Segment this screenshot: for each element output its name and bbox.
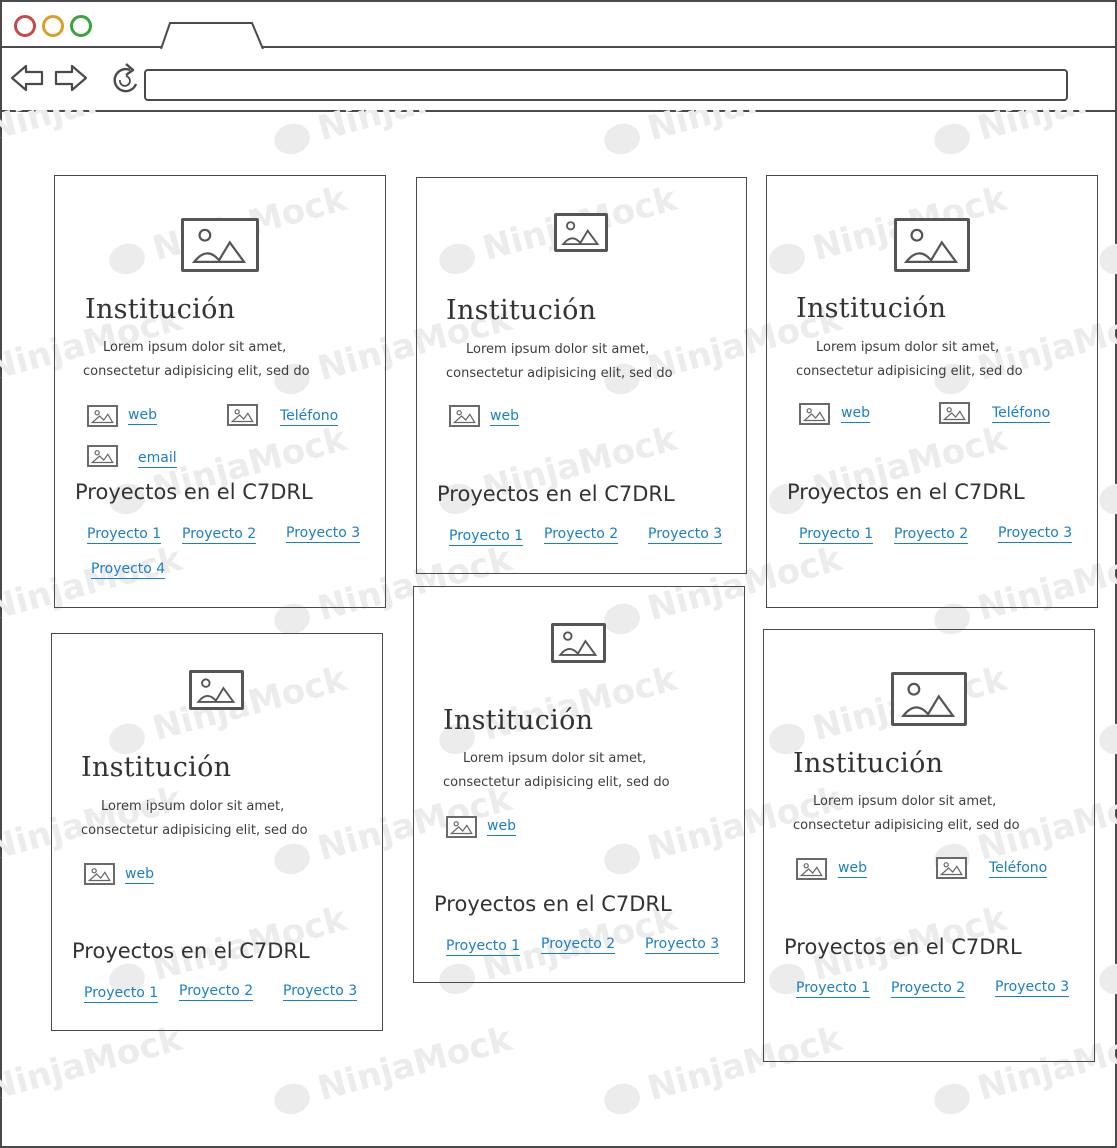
email-image-icon xyxy=(87,445,118,467)
description-line: consectetur adipisicing elit, sed do xyxy=(83,364,310,379)
web-link[interactable]: web xyxy=(128,406,157,425)
card-description: Lorem ipsum dolor sit amet, consectetur … xyxy=(446,338,716,386)
card-title: Institución xyxy=(81,752,232,783)
project-link[interactable]: Proyecto 2 xyxy=(894,525,969,544)
description-line: consectetur adipisicing elit, sed do xyxy=(446,366,673,381)
navigation-bar xyxy=(2,48,1117,112)
description-line: consectetur adipisicing elit, sed do xyxy=(81,823,308,838)
project-link[interactable]: Proyecto 3 xyxy=(645,935,720,954)
project-link[interactable]: Proyecto 2 xyxy=(891,979,966,998)
project-link[interactable]: Proyecto 1 xyxy=(84,984,159,1003)
card-title: Institución xyxy=(446,295,597,326)
image-placeholder-icon xyxy=(554,213,608,252)
description-line: consectetur adipisicing elit, sed do xyxy=(796,364,1023,379)
description-line: consectetur adipisicing elit, sed do xyxy=(443,775,670,790)
phone-image-icon xyxy=(939,402,970,424)
forward-arrow-icon[interactable] xyxy=(50,60,90,96)
project-link[interactable]: Proyecto 1 xyxy=(449,527,524,546)
title-bar xyxy=(2,2,1117,50)
project-link[interactable]: Proyecto 2 xyxy=(544,525,619,544)
email-link[interactable]: email xyxy=(138,449,177,468)
image-placeholder-icon xyxy=(189,670,244,710)
minimize-window-button[interactable] xyxy=(42,15,64,37)
project-link[interactable]: Proyecto 1 xyxy=(446,937,521,956)
project-link[interactable]: Proyecto 1 xyxy=(799,525,874,544)
project-link[interactable]: Proyecto 1 xyxy=(87,525,162,544)
project-link[interactable]: Proyecto 3 xyxy=(995,978,1070,997)
card-description: Lorem ipsum dolor sit amet, consectetur … xyxy=(443,747,713,795)
web-image-icon xyxy=(446,816,477,838)
project-link[interactable]: Proyecto 3 xyxy=(648,525,723,544)
card-title: Institución xyxy=(443,705,594,736)
web-link[interactable]: web xyxy=(487,817,516,836)
institution-card: Institución Lorem ipsum dolor sit amet, … xyxy=(413,586,745,983)
projects-heading: Proyectos en el C7DRL xyxy=(784,935,1022,959)
card-description: Lorem ipsum dolor sit amet, consectetur … xyxy=(81,795,351,843)
close-window-button[interactable] xyxy=(14,15,36,37)
web-image-icon xyxy=(796,858,827,880)
card-title: Institución xyxy=(793,748,944,779)
address-bar[interactable] xyxy=(144,69,1068,101)
web-image-icon xyxy=(449,405,480,427)
phone-link[interactable]: Teléfono xyxy=(989,859,1048,878)
projects-heading: Proyectos en el C7DRL xyxy=(437,482,675,506)
maximize-window-button[interactable] xyxy=(70,15,92,37)
web-link[interactable]: web xyxy=(490,407,519,426)
phone-link[interactable]: Teléfono xyxy=(992,404,1051,423)
projects-heading: Proyectos en el C7DRL xyxy=(75,480,313,504)
image-placeholder-icon xyxy=(181,218,259,272)
projects-heading: Proyectos en el C7DRL xyxy=(434,892,672,916)
project-link[interactable]: Proyecto 3 xyxy=(286,524,361,543)
project-link[interactable]: Proyecto 1 xyxy=(796,979,871,998)
institution-card: Institución Lorem ipsum dolor sit amet, … xyxy=(763,629,1095,1062)
description-line: consectetur adipisicing elit, sed do xyxy=(793,818,1020,833)
browser-tab[interactable] xyxy=(160,21,264,50)
institution-card: Institución Lorem ipsum dolor sit amet, … xyxy=(54,175,386,608)
projects-heading: Proyectos en el C7DRL xyxy=(72,939,310,963)
web-image-icon xyxy=(87,405,118,427)
image-placeholder-icon xyxy=(891,672,967,726)
web-image-icon xyxy=(799,403,830,425)
web-link[interactable]: web xyxy=(125,865,154,884)
image-placeholder-icon xyxy=(551,623,606,663)
web-link[interactable]: web xyxy=(838,859,867,878)
description-line: Lorem ipsum dolor sit amet, xyxy=(103,340,287,355)
project-link[interactable]: Proyecto 3 xyxy=(998,524,1073,543)
project-link[interactable]: Proyecto 3 xyxy=(283,982,358,1001)
reload-icon[interactable] xyxy=(106,60,146,96)
project-link[interactable]: Proyecto 2 xyxy=(541,935,616,954)
back-arrow-icon[interactable] xyxy=(8,60,48,96)
projects-heading: Proyectos en el C7DRL xyxy=(787,480,1025,504)
project-link[interactable]: Proyecto 2 xyxy=(182,525,257,544)
institution-card: Institución Lorem ipsum dolor sit amet, … xyxy=(416,177,747,574)
description-line: Lorem ipsum dolor sit amet, xyxy=(101,799,285,814)
web-link[interactable]: web xyxy=(841,404,870,423)
card-description: Lorem ipsum dolor sit amet, consectetur … xyxy=(83,336,353,384)
card-description: Lorem ipsum dolor sit amet, consectetur … xyxy=(793,790,1063,838)
phone-image-icon xyxy=(227,404,258,426)
description-line: Lorem ipsum dolor sit amet, xyxy=(463,751,647,766)
card-title: Institución xyxy=(796,293,947,324)
description-line: Lorem ipsum dolor sit amet, xyxy=(813,794,997,809)
project-link[interactable]: Proyecto 4 xyxy=(91,560,166,579)
description-line: Lorem ipsum dolor sit amet, xyxy=(816,340,1000,355)
phone-link[interactable]: Teléfono xyxy=(280,407,339,426)
card-description: Lorem ipsum dolor sit amet, consectetur … xyxy=(796,336,1066,384)
phone-image-icon xyxy=(936,857,967,879)
description-line: Lorem ipsum dolor sit amet, xyxy=(466,342,650,357)
card-title: Institución xyxy=(85,294,236,325)
institution-card: Institución Lorem ipsum dolor sit amet, … xyxy=(51,633,383,1031)
web-image-icon xyxy=(84,863,115,885)
project-link[interactable]: Proyecto 2 xyxy=(179,982,254,1001)
institution-card: Institución Lorem ipsum dolor sit amet, … xyxy=(766,175,1098,608)
image-placeholder-icon xyxy=(894,218,970,272)
